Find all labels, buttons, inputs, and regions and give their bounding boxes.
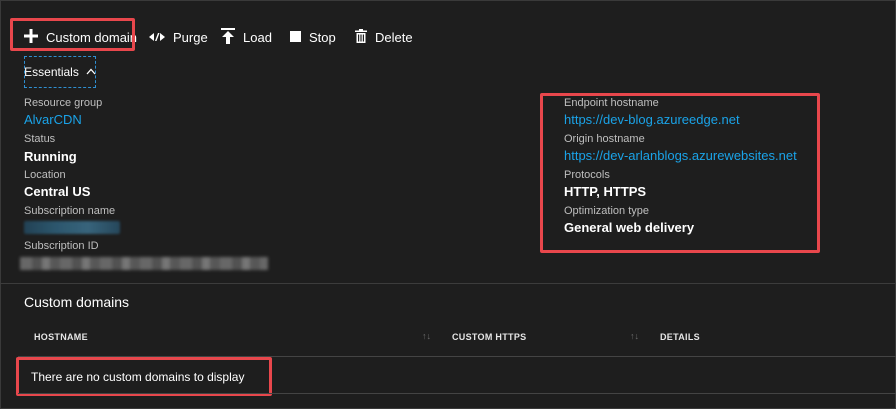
- table-header-divider: [18, 356, 896, 357]
- chevron-up-icon: [86, 66, 96, 78]
- subscription-id-redacted: [20, 257, 268, 270]
- resource-group-link[interactable]: AlvarCDN: [24, 112, 82, 127]
- stop-label: Stop: [309, 29, 336, 45]
- column-header-details[interactable]: DETAILS: [660, 332, 700, 342]
- section-divider: [0, 283, 896, 284]
- delete-label: Delete: [375, 29, 413, 45]
- subscription-name-redacted[interactable]: [24, 221, 120, 234]
- table-bottom-divider: [18, 393, 896, 394]
- optimization-type-value: General web delivery: [564, 220, 695, 235]
- protocols-value: HTTP, HTTPS: [564, 184, 647, 199]
- protocols-label: Protocols: [564, 169, 610, 181]
- empty-state-message: There are no custom domains to display: [31, 370, 245, 384]
- column-header-custom-https[interactable]: CUSTOM HTTPS: [452, 332, 526, 342]
- trash-icon: [355, 28, 367, 46]
- endpoint-hostname-label: Endpoint hostname: [564, 97, 659, 109]
- load-button[interactable]: Load: [221, 18, 272, 56]
- purge-icon: [149, 30, 165, 45]
- subscription-id-label: Subscription ID: [24, 240, 99, 252]
- essentials-label: Essentials: [24, 65, 79, 79]
- purge-label: Purge: [173, 29, 208, 45]
- resource-group-label: Resource group: [24, 97, 103, 109]
- purge-button[interactable]: Purge: [149, 18, 208, 56]
- custom-domains-title: Custom domains: [24, 294, 130, 310]
- stop-button[interactable]: Stop: [290, 18, 336, 56]
- highlight-custom-domain: [10, 18, 135, 51]
- essentials-toggle[interactable]: Essentials: [24, 56, 96, 88]
- endpoint-hostname-link[interactable]: https://dev-blog.azureedge.net: [564, 112, 740, 127]
- origin-hostname-link[interactable]: https://dev-arlanblogs.azurewebsites.net: [564, 148, 797, 163]
- load-icon: [221, 27, 235, 47]
- sort-icon[interactable]: ↑↓: [630, 331, 639, 341]
- status-value: Running: [24, 149, 77, 164]
- delete-button[interactable]: Delete: [355, 18, 413, 56]
- sort-icon[interactable]: ↑↓: [422, 331, 431, 341]
- optimization-type-label: Optimization type: [564, 205, 649, 217]
- column-header-hostname[interactable]: HOSTNAME: [34, 332, 88, 342]
- location-label: Location: [24, 169, 66, 181]
- status-label: Status: [24, 133, 56, 145]
- location-value: Central US: [24, 184, 91, 199]
- load-label: Load: [243, 29, 272, 45]
- subscription-name-label: Subscription name: [24, 205, 116, 217]
- origin-hostname-label: Origin hostname: [564, 133, 645, 145]
- stop-icon: [290, 30, 301, 45]
